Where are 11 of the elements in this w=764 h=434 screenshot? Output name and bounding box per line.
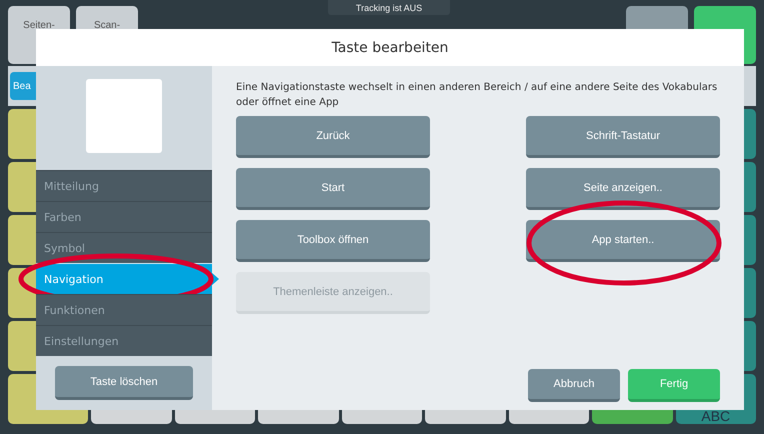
- cancel-button[interactable]: Abbruch: [528, 369, 620, 402]
- done-button[interactable]: Fertig: [628, 369, 720, 402]
- navigation-option-button[interactable]: Start: [236, 168, 430, 210]
- navigation-option-button[interactable]: Toolbox öffnen: [236, 220, 430, 262]
- navigation-option-button[interactable]: App starten..: [526, 220, 720, 262]
- navigation-option-button[interactable]: Zurück: [236, 116, 430, 158]
- navigation-option-button[interactable]: Seite anzeigen..: [526, 168, 720, 210]
- delete-key-button[interactable]: Taste löschen: [55, 366, 193, 400]
- tracking-status: Tracking ist AUS: [328, 0, 450, 15]
- navigation-option-button[interactable]: Schrift-Tastatur: [526, 116, 720, 158]
- description-text: Eine Navigationstaste wechselt in einen anderen Bereich / auf eine andere Seite des Vokabulars oder öffnet eine App: [236, 81, 718, 110]
